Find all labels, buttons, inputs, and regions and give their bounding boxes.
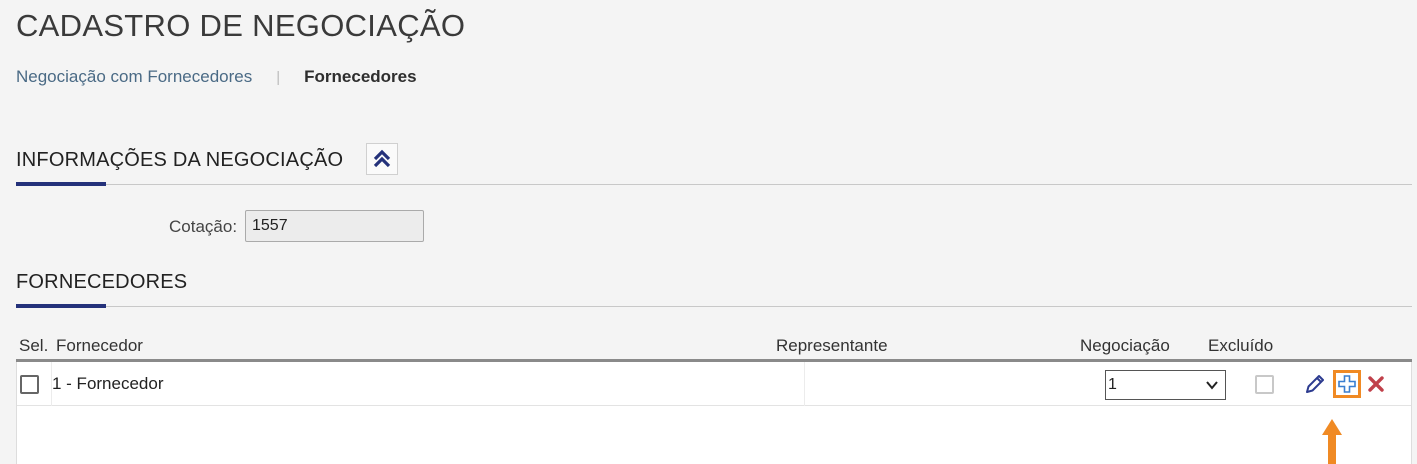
col-header-sel: Sel. (19, 336, 49, 355)
col-header-representante[interactable]: Representante (776, 336, 888, 356)
table-row: 1 - Fornecedor 1 (17, 362, 1411, 406)
close-icon (1368, 376, 1384, 392)
cotacao-field[interactable] (245, 210, 424, 242)
excluido-checkbox (1255, 375, 1274, 394)
section-fornecedores-header: FORNECEDORES (16, 267, 1412, 308)
row-fornecedor: 1 - Fornecedor (52, 374, 164, 393)
section-info-title: INFORMAÇÕES DA NEGOCIAÇÃO (16, 149, 344, 171)
col-header-fornecedor[interactable]: Fornecedor (56, 336, 143, 356)
section-info-header: INFORMAÇÕES DA NEGOCIAÇÃO (16, 143, 1412, 186)
breadcrumb-separator: | (276, 68, 281, 86)
collapse-section-button[interactable] (366, 143, 398, 175)
double-chevron-up-icon (373, 149, 391, 168)
plus-icon (1338, 375, 1356, 393)
chevron-down-icon (1206, 381, 1218, 390)
delete-row-button[interactable] (1365, 373, 1387, 395)
cell-divider (804, 362, 805, 406)
grid-header: Sel. Fornecedor Representante Negociação… (16, 334, 1412, 362)
breadcrumb: Negociação com Fornecedores | Fornecedor… (16, 67, 417, 87)
col-header-excluido[interactable]: Excluído (1208, 336, 1273, 356)
page-title: CADASTRO DE NEGOCIAÇÃO (16, 8, 466, 43)
breadcrumb-link-negociacao[interactable]: Negociação com Fornecedores (16, 67, 252, 87)
cotacao-label: Cotação: (169, 217, 238, 236)
edit-button[interactable] (1303, 372, 1327, 396)
negociacao-select-value: 1 (1108, 376, 1117, 393)
section-info-accent (16, 182, 106, 186)
section-fornecedores-accent (16, 304, 106, 308)
pencil-icon (1306, 375, 1324, 393)
arrow-up-indicator (1322, 419, 1342, 464)
grid-body: 1 - Fornecedor 1 (16, 362, 1412, 464)
section-fornecedores-title: FORNECEDORES (16, 271, 188, 293)
col-header-negociacao[interactable]: Negociação (1080, 336, 1170, 356)
row-select-checkbox[interactable] (20, 375, 39, 394)
add-row-button[interactable] (1336, 373, 1358, 395)
negociacao-select[interactable]: 1 (1105, 370, 1226, 400)
breadcrumb-current: Fornecedores (304, 67, 417, 86)
